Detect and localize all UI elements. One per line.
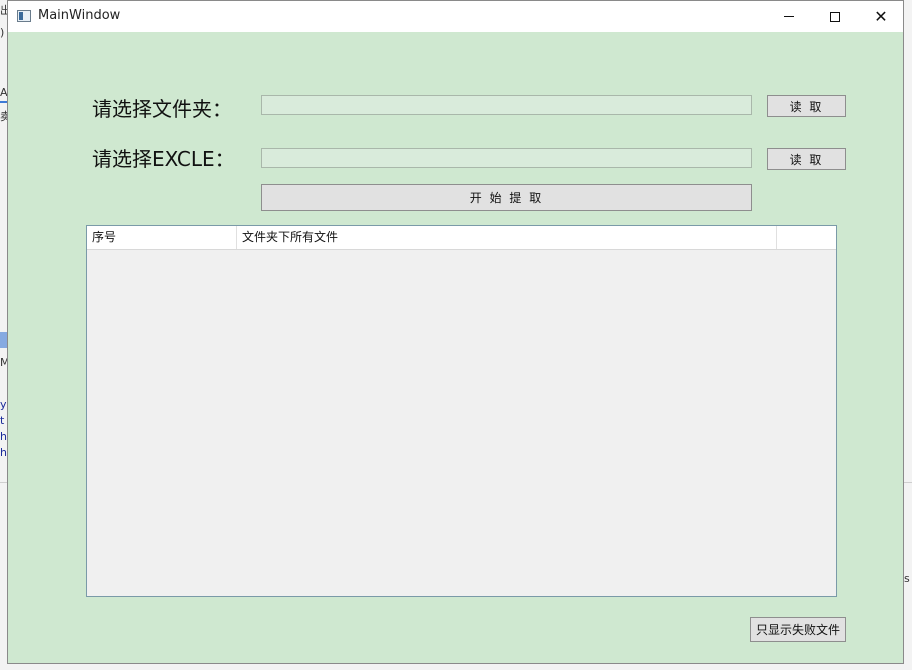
background-text: t <box>0 414 5 427</box>
column-header-files[interactable]: 文件夹下所有文件 <box>237 226 777 249</box>
excel-path-field[interactable] <box>261 148 752 168</box>
file-table[interactable]: 序号 文件夹下所有文件 <box>86 225 837 597</box>
maximize-button[interactable] <box>812 1 858 32</box>
close-icon: ✕ <box>874 7 888 26</box>
close-button[interactable]: ✕ <box>858 1 904 32</box>
excel-label: 请选择EXCLE： <box>92 147 235 171</box>
background-accent <box>0 101 7 103</box>
background-text: s <box>904 572 910 585</box>
start-extract-button[interactable]: 开 始 提 取 <box>261 184 752 211</box>
folder-label: 请选择文件夹： <box>92 97 232 121</box>
title-bar[interactable]: MainWindow ✕ <box>8 1 903 32</box>
excel-read-button[interactable]: 读 取 <box>767 148 846 170</box>
show-failed-only-button[interactable]: 只显示失败文件 <box>750 617 846 642</box>
folder-read-button[interactable]: 读 取 <box>767 95 846 117</box>
minimize-icon <box>784 16 794 17</box>
column-header-index[interactable]: 序号 <box>87 226 237 249</box>
background-text: h <box>0 430 7 443</box>
column-header-extra[interactable] <box>777 226 836 249</box>
maximize-icon <box>830 11 840 22</box>
background-text: ) <box>0 26 5 39</box>
main-window: MainWindow ✕ 请选择文件夹： 读 取 请选择EXCLE： 读 取 开… <box>7 0 904 664</box>
window-title: MainWindow <box>38 8 121 23</box>
table-header: 序号 文件夹下所有文件 <box>87 226 836 250</box>
app-window-icon <box>17 10 31 22</box>
background-accent <box>0 332 7 348</box>
minimize-button[interactable] <box>766 1 812 32</box>
folder-path-field[interactable] <box>261 95 752 115</box>
background-text: y <box>0 398 7 411</box>
background-text: h <box>0 446 7 459</box>
